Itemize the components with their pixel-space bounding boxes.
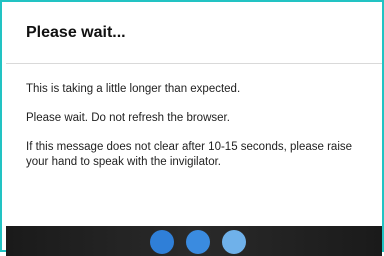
message-raise-hand: If this message does not clear after 10-… [26,141,353,168]
loading-dots [146,230,256,254]
loading-dot-icon [186,230,210,254]
loading-dot-icon [222,230,246,254]
message-delay: This is taking a little longer than expe… [26,83,241,95]
dialog-title: Please wait... [26,24,126,41]
loading-dot-icon [150,230,174,254]
message-do-not-refresh: Please wait. Do not refresh the browser. [26,112,230,124]
dialog-body: This is taking a little longer than expe… [26,82,370,184]
window-frame: Please wait... This is taking a little l… [0,0,384,256]
dialog-header: Please wait... [6,10,382,64]
please-wait-dialog: Please wait... This is taking a little l… [6,10,382,256]
